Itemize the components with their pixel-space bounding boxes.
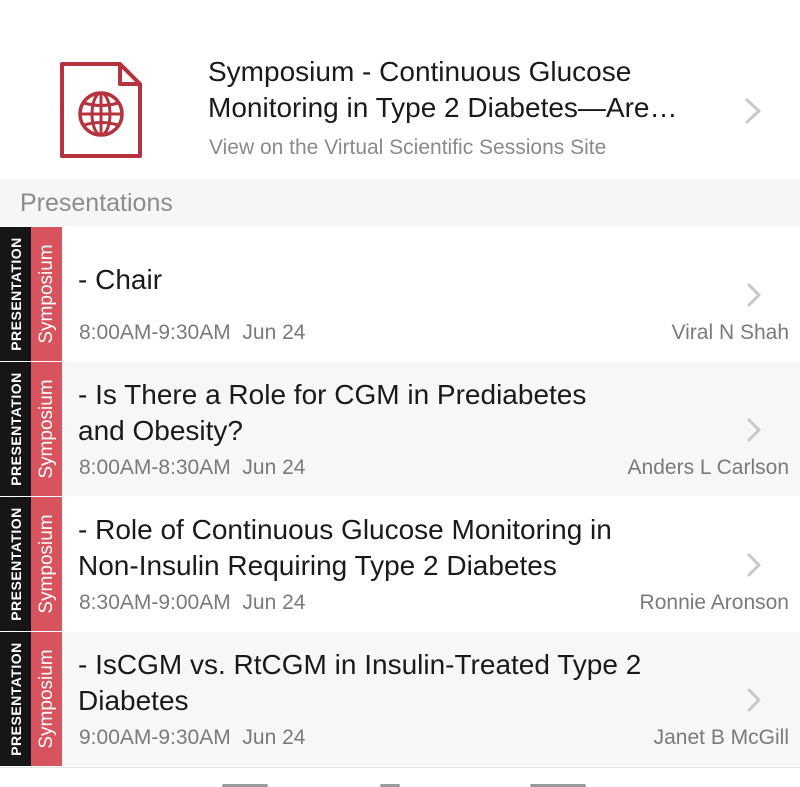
symposium-category-tag: Symposium [31, 497, 62, 631]
symposium-category-tag: Symposium [31, 227, 62, 361]
presentation-type-tag: PRESENTATION [0, 362, 31, 496]
presentation-type-tag: PRESENTATION [0, 497, 31, 631]
chevron-right-icon [747, 553, 761, 577]
session-title-line-2: Monitoring in Type 2 Diabetes—Are… [208, 92, 678, 123]
presentation-row[interactable]: PRESENTATION Symposium - Is There a Role… [0, 362, 800, 496]
presentation-time: 8:30AM-9:00AM Jun 24 [79, 591, 306, 614]
chevron-right-icon [747, 688, 761, 712]
symposium-category-tag: Symposium [31, 362, 62, 496]
presentation-type-tag: PRESENTATION [0, 227, 31, 361]
session-title-line-1: Symposium - Continuous Glucose [208, 56, 632, 87]
presentation-time: 8:00AM-8:30AM Jun 24 [79, 456, 306, 479]
presenter-name: Anders L Carlson [627, 456, 789, 479]
globe-document-icon [60, 62, 142, 158]
virtual-sessions-link[interactable]: View on the Virtual Scientific Sessions … [209, 136, 606, 160]
presentation-row[interactable]: PRESENTATION Symposium - Role of Continu… [0, 497, 800, 631]
presentation-title: - Is There a Role for CGM in Prediabetes… [78, 379, 587, 446]
section-label: Presentations [20, 189, 173, 217]
presentation-row[interactable]: PRESENTATION Symposium - Chair 8:00AM-9:… [0, 227, 800, 361]
presentation-title: - Chair [78, 264, 163, 295]
presentation-time: 8:00AM-9:30AM Jun 24 [79, 321, 306, 344]
presenter-name: Ronnie Aronson [639, 591, 789, 614]
session-title: Symposium - Continuous Glucose Monitorin… [208, 54, 728, 126]
chevron-right-icon [745, 98, 761, 124]
presentation-row[interactable]: PRESENTATION Symposium - IsCGM vs. RtCGM… [0, 632, 800, 766]
presentation-type-tag: PRESENTATION [0, 632, 31, 766]
presentations-section-header: Presentations [0, 179, 800, 226]
session-header[interactable]: Symposium - Continuous Glucose Monitorin… [0, 0, 800, 178]
presentation-title: - IsCGM vs. RtCGM in Insulin-Treated Typ… [78, 649, 642, 716]
bottom-tab-bar [0, 767, 800, 787]
chevron-right-icon [747, 283, 761, 307]
presentation-time: 9:00AM-9:30AM Jun 24 [79, 726, 306, 749]
presenter-name: Janet B McGill [653, 726, 789, 749]
symposium-category-tag: Symposium [31, 632, 62, 766]
presentation-title: - Role of Continuous Glucose Monitoring … [78, 514, 612, 581]
presenter-name: Viral N Shah [671, 321, 789, 344]
chevron-right-icon [747, 418, 761, 442]
